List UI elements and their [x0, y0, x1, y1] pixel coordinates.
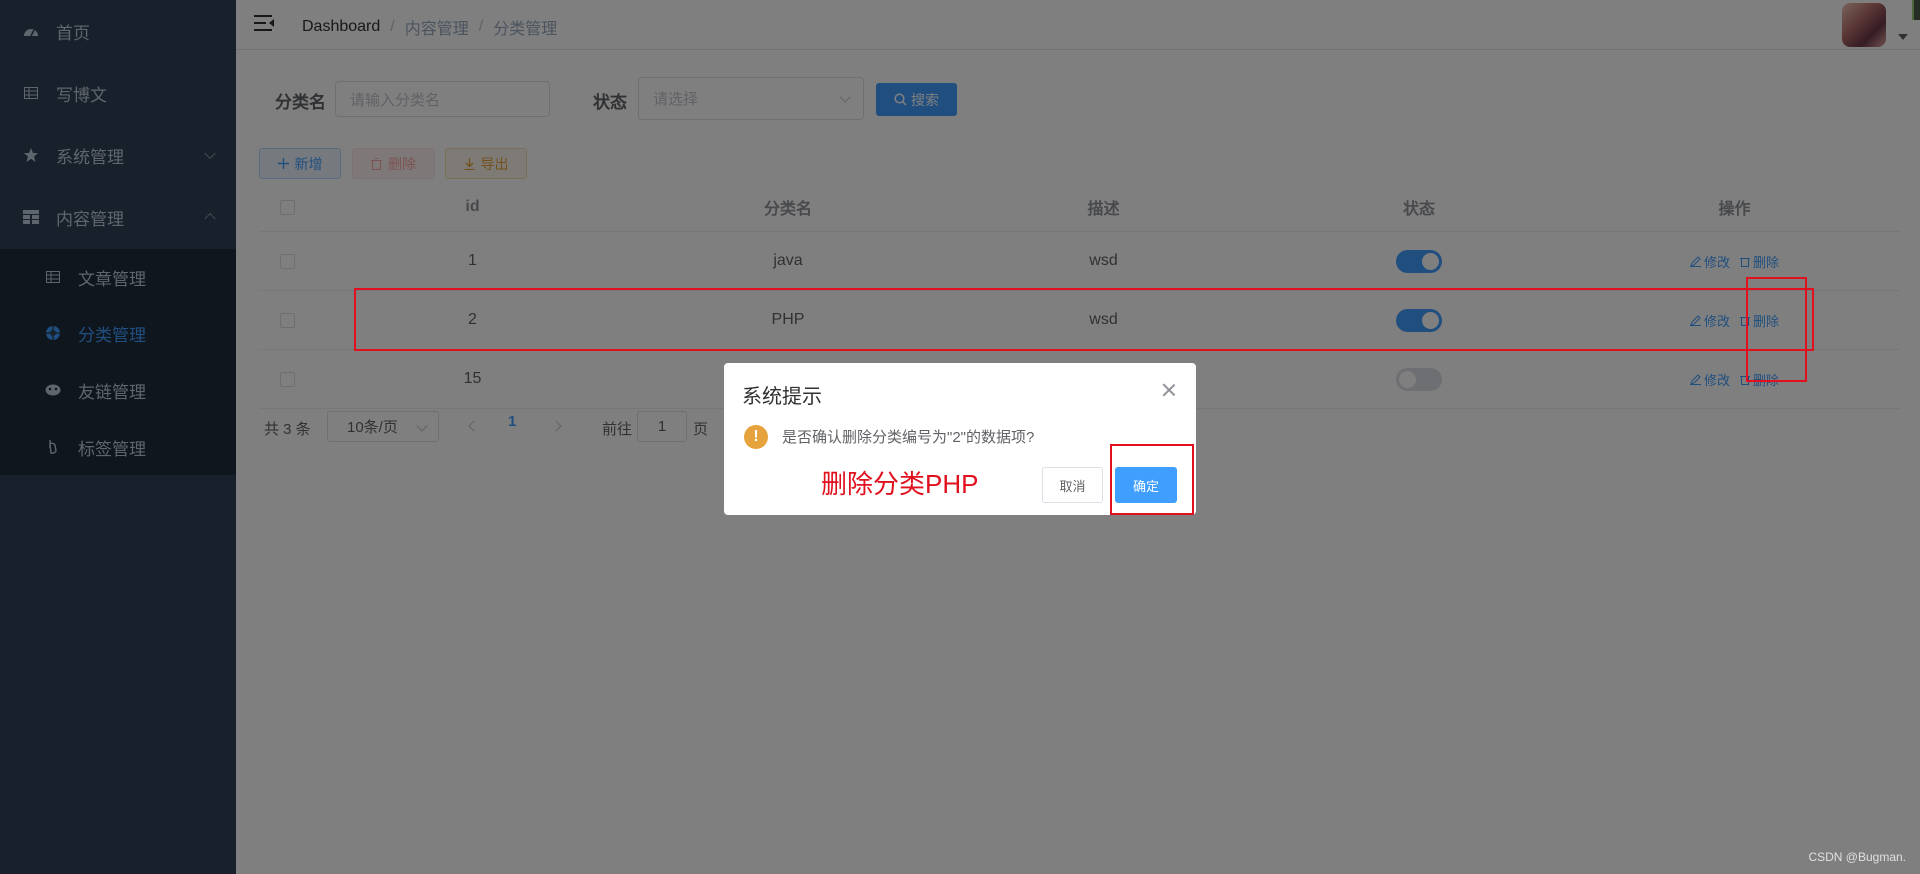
- annotation-confirm-box: [1110, 444, 1194, 515]
- warning-icon: !: [744, 425, 768, 449]
- watermark: CSDN @Bugman.: [1808, 850, 1906, 864]
- annotation-text: 删除分类PHP: [821, 469, 979, 499]
- dialog-title: 系统提示: [742, 386, 822, 408]
- annotation-delete-box: [1746, 277, 1807, 382]
- annotation-row-box: [354, 288, 1814, 351]
- dialog-message: 是否确认删除分类编号为"2"的数据项?: [782, 429, 1035, 446]
- cancel-button[interactable]: 取消: [1042, 467, 1103, 503]
- close-icon[interactable]: [1162, 383, 1176, 397]
